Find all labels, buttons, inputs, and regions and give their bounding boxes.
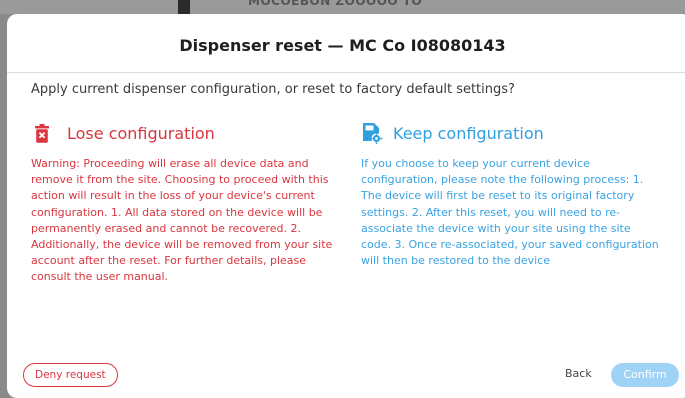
keep-configuration-header[interactable]: Keep configuration xyxy=(361,120,661,146)
background-title: MOCOEBON ZOOOOO TO xyxy=(248,0,423,8)
file-settings-icon xyxy=(361,122,383,144)
keep-configuration-title: Keep configuration xyxy=(393,123,544,143)
back-button[interactable]: Back xyxy=(565,367,592,380)
title-divider xyxy=(7,72,685,73)
deny-request-button[interactable]: Deny request xyxy=(23,363,118,387)
confirm-button[interactable]: Confirm xyxy=(611,363,679,387)
lose-configuration-header[interactable]: Lose configuration xyxy=(31,120,336,146)
keep-configuration-description: If you choose to keep your current devic… xyxy=(361,157,659,268)
lose-configuration-option[interactable]: Lose configuration Warning: Proceeding w… xyxy=(31,120,336,286)
trash-icon xyxy=(31,122,53,144)
lose-configuration-description: Warning: Proceeding will erase all devic… xyxy=(31,157,333,284)
dialog-question: Apply current dispenser configuration, o… xyxy=(31,82,515,97)
keep-configuration-option[interactable]: Keep configuration If you choose to keep… xyxy=(361,120,661,269)
background-element xyxy=(178,0,190,14)
dialog-title: Dispenser reset — MC Co I08080143 xyxy=(179,36,506,55)
reset-dialog: Dispenser reset — MC Co I08080143 Apply … xyxy=(7,14,685,398)
lose-configuration-title: Lose configuration xyxy=(67,123,215,143)
